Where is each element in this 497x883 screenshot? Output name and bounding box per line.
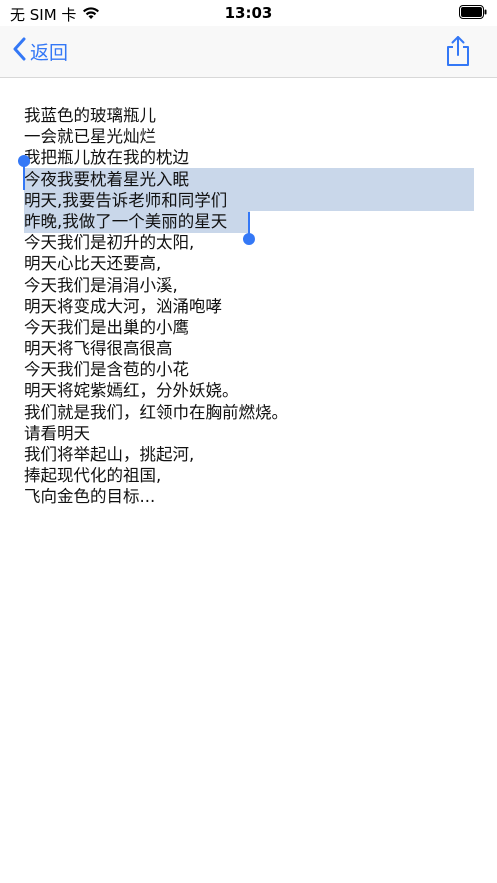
text-line: 捧起现代化的祖国, bbox=[24, 466, 162, 486]
text-line: 我把瓶儿放在我的枕边 bbox=[24, 148, 189, 168]
text-line: 我们就是我们，红领巾在胸前燃烧。 bbox=[24, 402, 288, 422]
share-icon bbox=[443, 36, 473, 71]
share-button[interactable] bbox=[443, 35, 473, 67]
text-line: 今天我们是涓涓小溪, bbox=[24, 275, 178, 295]
chevron-left-icon bbox=[12, 37, 26, 66]
text-line: 明天将飞得很高很高 bbox=[24, 339, 173, 359]
back-button[interactable]: 返回 bbox=[12, 37, 68, 66]
text-line: 请看明天 bbox=[24, 423, 90, 443]
navigation-bar: 返回 bbox=[0, 26, 497, 78]
text-line: 我蓝色的玻璃瓶儿 bbox=[24, 106, 156, 125]
back-label: 返回 bbox=[30, 42, 69, 64]
text-line: 一会就已星光灿烂 bbox=[24, 127, 156, 147]
text-line: 明天将姹紫嫣红，分外妖娆。 bbox=[24, 381, 239, 401]
text-line: 我们将举起山，挑起河, bbox=[24, 445, 195, 464]
poem-text[interactable]: 我蓝色的玻璃瓶儿 一会就已星光灿烂 我把瓶儿放在我的枕边 今夜我要枕着星光入眠 … bbox=[24, 105, 484, 508]
status-time: 13:03 bbox=[224, 4, 273, 22]
text-line: 明天将变成大河，汹涌咆哮 bbox=[24, 296, 222, 316]
text-line: 明天,我要告诉老师和同学们 bbox=[24, 190, 228, 210]
text-line: 明天心比天还要高, bbox=[24, 254, 162, 274]
text-line: 今夜我要枕着星光入眠 bbox=[24, 169, 189, 189]
selection-start-caret bbox=[23, 164, 25, 190]
text-line: 今天我们是含苞的小花 bbox=[24, 360, 189, 380]
text-line: 飞向金色的目标... bbox=[24, 487, 156, 507]
status-bar: 无 SIM 卡 13:03 bbox=[0, 0, 497, 26]
text-line: 今天我们是出巢的小鹰 bbox=[24, 317, 189, 337]
text-line: 昨晚,我做了一个美丽的星天 bbox=[24, 211, 228, 231]
selection-end-handle[interactable] bbox=[243, 233, 255, 245]
battery-icon bbox=[459, 5, 487, 23]
